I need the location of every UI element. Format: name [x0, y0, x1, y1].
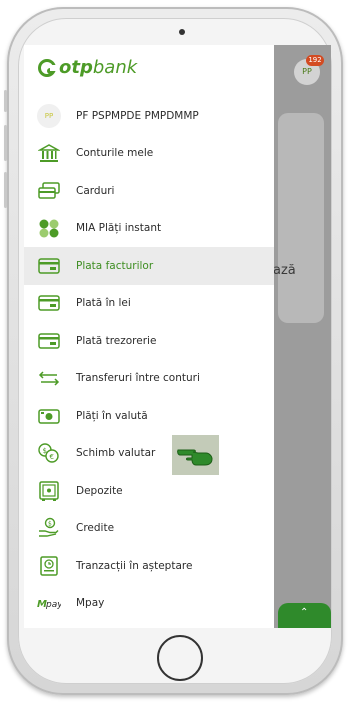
volume-down-button	[4, 172, 7, 208]
svg-text:$: $	[48, 521, 52, 528]
logo-text-otp: otp	[59, 57, 93, 78]
menu-item-depozite[interactable]: Depozite	[24, 472, 274, 510]
volume-button	[4, 90, 7, 112]
volume-up-button	[4, 125, 7, 161]
pending-transactions-icon	[37, 554, 61, 578]
safe-deposit-icon	[37, 479, 61, 503]
chevron-up-icon[interactable]: ⌃	[300, 607, 308, 618]
menu-item-label: Plată trezorerie	[76, 334, 157, 347]
profile-avatar: PP	[37, 103, 61, 128]
menu-item-label: Mpay	[76, 597, 105, 610]
menu-item-label: Plată în lei	[76, 297, 131, 310]
menu-item-mia-plati-instant[interactable]: MIA Plăți instant	[24, 210, 274, 248]
menu-item-label: Carduri	[76, 184, 115, 197]
notification-badge: 192	[306, 55, 324, 66]
menu-item-label: Transferuri între conturi	[76, 372, 200, 385]
menu-item-schimb-valutar[interactable]: $ € Schimb valutar	[24, 435, 274, 473]
bill-payment-icon	[37, 254, 61, 278]
menu-item-label: Conturile mele	[76, 147, 154, 160]
navigation-drawer: otp bank PP PF PSPMPDE PMPDMMP Conturile …	[24, 45, 274, 628]
svg-text:$: $	[43, 447, 47, 455]
lei-payment-icon	[37, 291, 61, 315]
background-card	[278, 113, 324, 323]
svg-text:€: €	[50, 453, 54, 461]
mpay-logo-icon: Mpay	[37, 591, 61, 615]
menu-item-label: Schimb valutar	[76, 447, 156, 460]
menu-item-label: Plăți în valută	[76, 409, 148, 422]
credit-hand-icon: $	[37, 516, 61, 540]
menu-item-label: MIA Plăți instant	[76, 222, 162, 235]
currency-exchange-icon: $ €	[37, 441, 61, 465]
pointing-hand-icon	[172, 435, 219, 475]
home-button[interactable]	[157, 635, 203, 681]
menu-item-plata-facturilor[interactable]: Plata facturilor	[24, 247, 274, 285]
menu-item-plata-trezorerie[interactable]: Plată trezorerie	[24, 322, 274, 360]
menu-item-tranzactii-asteptare[interactable]: Tranzacții în așteptare	[24, 547, 274, 585]
profile-item[interactable]: PP PF PSPMPDE PMPDMMP	[24, 97, 274, 135]
treasury-payment-icon	[37, 329, 61, 353]
currency-payment-icon	[37, 404, 61, 428]
menu-item-plati-in-valuta[interactable]: Plăți în valută	[24, 397, 274, 435]
bank-building-icon	[37, 141, 61, 165]
menu-item-label: Depozite	[76, 484, 123, 497]
background-partial-text: ază	[273, 263, 296, 278]
profile-name: PF PSPMPDE PMPDMMP	[76, 109, 199, 122]
cards-icon	[37, 179, 61, 203]
mia-dots-icon	[37, 216, 61, 240]
menu-item-plata-in-lei[interactable]: Plată în lei	[24, 285, 274, 323]
menu-item-credite[interactable]: $ Credite	[24, 510, 274, 548]
menu-item-carduri[interactable]: Carduri	[24, 172, 274, 210]
drawer-menu: PP PF PSPMPDE PMPDMMP Conturile mele Car…	[24, 97, 274, 622]
logo-text-bank: bank	[92, 57, 138, 78]
app-screen: ază PP 192 ⌃ otp bank PP PF PSPMPDE PMPDM…	[24, 45, 331, 628]
svg-text:pay: pay	[45, 600, 61, 610]
transfer-arrows-icon	[37, 366, 61, 390]
front-camera	[179, 29, 185, 35]
menu-item-conturile-mele[interactable]: Conturile mele	[24, 135, 274, 173]
menu-item-label: Tranzacții în așteptare	[76, 559, 193, 572]
menu-item-label: Credite	[76, 522, 115, 535]
otpbank-logo: otp bank	[38, 57, 137, 78]
menu-item-label: Plata facturilor	[76, 259, 154, 272]
otp-logo-icon	[38, 58, 56, 77]
menu-item-transferuri[interactable]: Transferuri între conturi	[24, 360, 274, 398]
menu-item-mpay[interactable]: Mpay Mpay	[24, 585, 274, 623]
